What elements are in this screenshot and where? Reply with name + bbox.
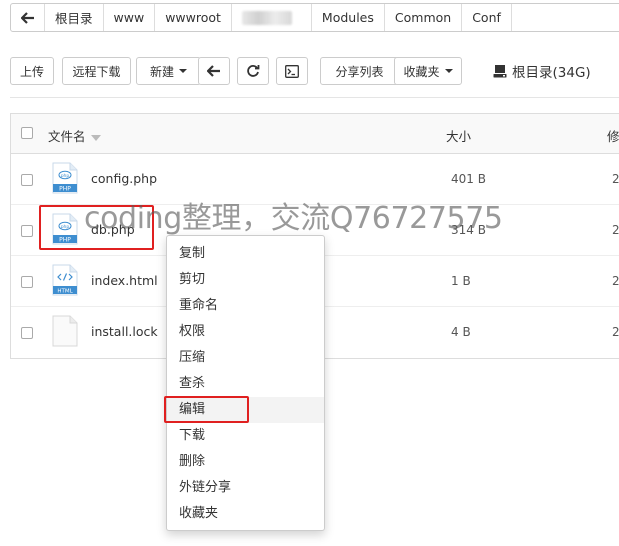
svg-text:php: php (61, 173, 70, 179)
menu-item-delete[interactable]: 删除 (167, 449, 324, 475)
divider (10, 97, 619, 98)
back-button[interactable] (198, 57, 230, 85)
refresh-button[interactable] (237, 57, 269, 85)
arrow-left-icon (207, 65, 220, 77)
file-name[interactable]: install.lock (91, 324, 158, 339)
menu-item-cut[interactable]: 剪切 (167, 267, 324, 293)
favorites-dropdown-button[interactable]: 收藏夹 (394, 57, 462, 85)
file-size: 401 B (451, 172, 486, 186)
row-checkbox[interactable] (21, 327, 33, 339)
php-file-icon: php PHP (52, 162, 78, 194)
menu-item-scan[interactable]: 查杀 (167, 371, 324, 397)
file-name[interactable]: config.php (91, 171, 157, 186)
breadcrumb-item-common[interactable]: Common (385, 4, 463, 31)
menu-item-external-share[interactable]: 外链分享 (167, 475, 324, 501)
file-modified: 2 (612, 223, 619, 237)
column-header-name[interactable]: 文件名 (48, 126, 101, 145)
menu-item-permissions[interactable]: 权限 (167, 319, 324, 345)
breadcrumb-item-modules[interactable]: Modules (312, 4, 385, 31)
refresh-icon (247, 65, 260, 77)
menu-item-rename[interactable]: 重命名 (167, 293, 324, 319)
watermark-text: coding整理，交流Q76727575 (84, 201, 503, 236)
breadcrumb-item-www[interactable]: www (104, 4, 156, 31)
html-file-icon: HTML (52, 264, 78, 296)
caret-down-icon (179, 69, 187, 73)
row-checkbox[interactable] (21, 225, 33, 237)
disk-icon (493, 65, 507, 78)
table-header: 文件名 大小 修 (11, 114, 619, 154)
file-type-badge: HTML (57, 289, 73, 295)
file-modified: 2 (612, 274, 619, 288)
highlight-box-edit (164, 396, 249, 423)
menu-item-compress[interactable]: 压缩 (167, 345, 324, 371)
breadcrumb: 根目录 www wwwroot Modules Common Conf (10, 3, 619, 32)
file-size: 1 B (451, 274, 471, 288)
breadcrumb-item-root[interactable]: 根目录 (45, 4, 104, 31)
terminal-icon (285, 64, 299, 78)
terminal-button[interactable] (276, 57, 308, 85)
file-size: 4 B (451, 325, 471, 339)
context-menu: 复制 剪切 重命名 权限 压缩 查杀 编辑 下载 删除 外链分享 收藏夹 (166, 235, 325, 531)
column-name-label: 文件名 (48, 129, 86, 144)
disk-info[interactable]: 根目录(34G) (493, 57, 591, 85)
favorites-label: 收藏夹 (403, 64, 440, 79)
menu-item-copy[interactable]: 复制 (167, 241, 324, 267)
file-type-badge: PHP (59, 186, 71, 193)
column-header-size[interactable]: 大小 (446, 126, 471, 145)
breadcrumb-back-button[interactable] (11, 4, 45, 31)
new-dropdown-button[interactable]: 新建 (136, 57, 201, 85)
select-all-checkbox[interactable] (21, 127, 33, 139)
arrow-left-icon (20, 11, 34, 24)
upload-button[interactable]: 上传 (10, 57, 54, 85)
share-list-button[interactable]: 分享列表 (320, 57, 399, 85)
row-checkbox[interactable] (21, 174, 33, 186)
row-checkbox[interactable] (21, 276, 33, 288)
column-header-modified[interactable]: 修 (607, 126, 619, 145)
file-modified: 2 (612, 172, 619, 186)
redacted-text (241, 10, 292, 25)
sort-caret-icon (90, 134, 101, 141)
caret-down-icon (444, 69, 453, 73)
menu-item-favorite[interactable]: 收藏夹 (167, 501, 324, 527)
file-name[interactable]: index.html (91, 273, 158, 288)
remote-download-button[interactable]: 远程下载 (62, 57, 131, 85)
breadcrumb-item-wwwroot[interactable]: wwwroot (155, 4, 232, 31)
new-label: 新建 (149, 64, 174, 79)
file-modified: 2 (612, 325, 619, 339)
breadcrumb-item-conf[interactable]: Conf (462, 4, 512, 31)
toolbar: 上传 远程下载 新建 分享列表 收藏夹 根目录(34G) (10, 57, 610, 85)
blank-file-icon (52, 315, 78, 347)
menu-item-download[interactable]: 下载 (167, 423, 324, 449)
disk-label: 根目录(34G) (512, 65, 591, 81)
breadcrumb-item-redacted[interactable] (232, 4, 312, 31)
